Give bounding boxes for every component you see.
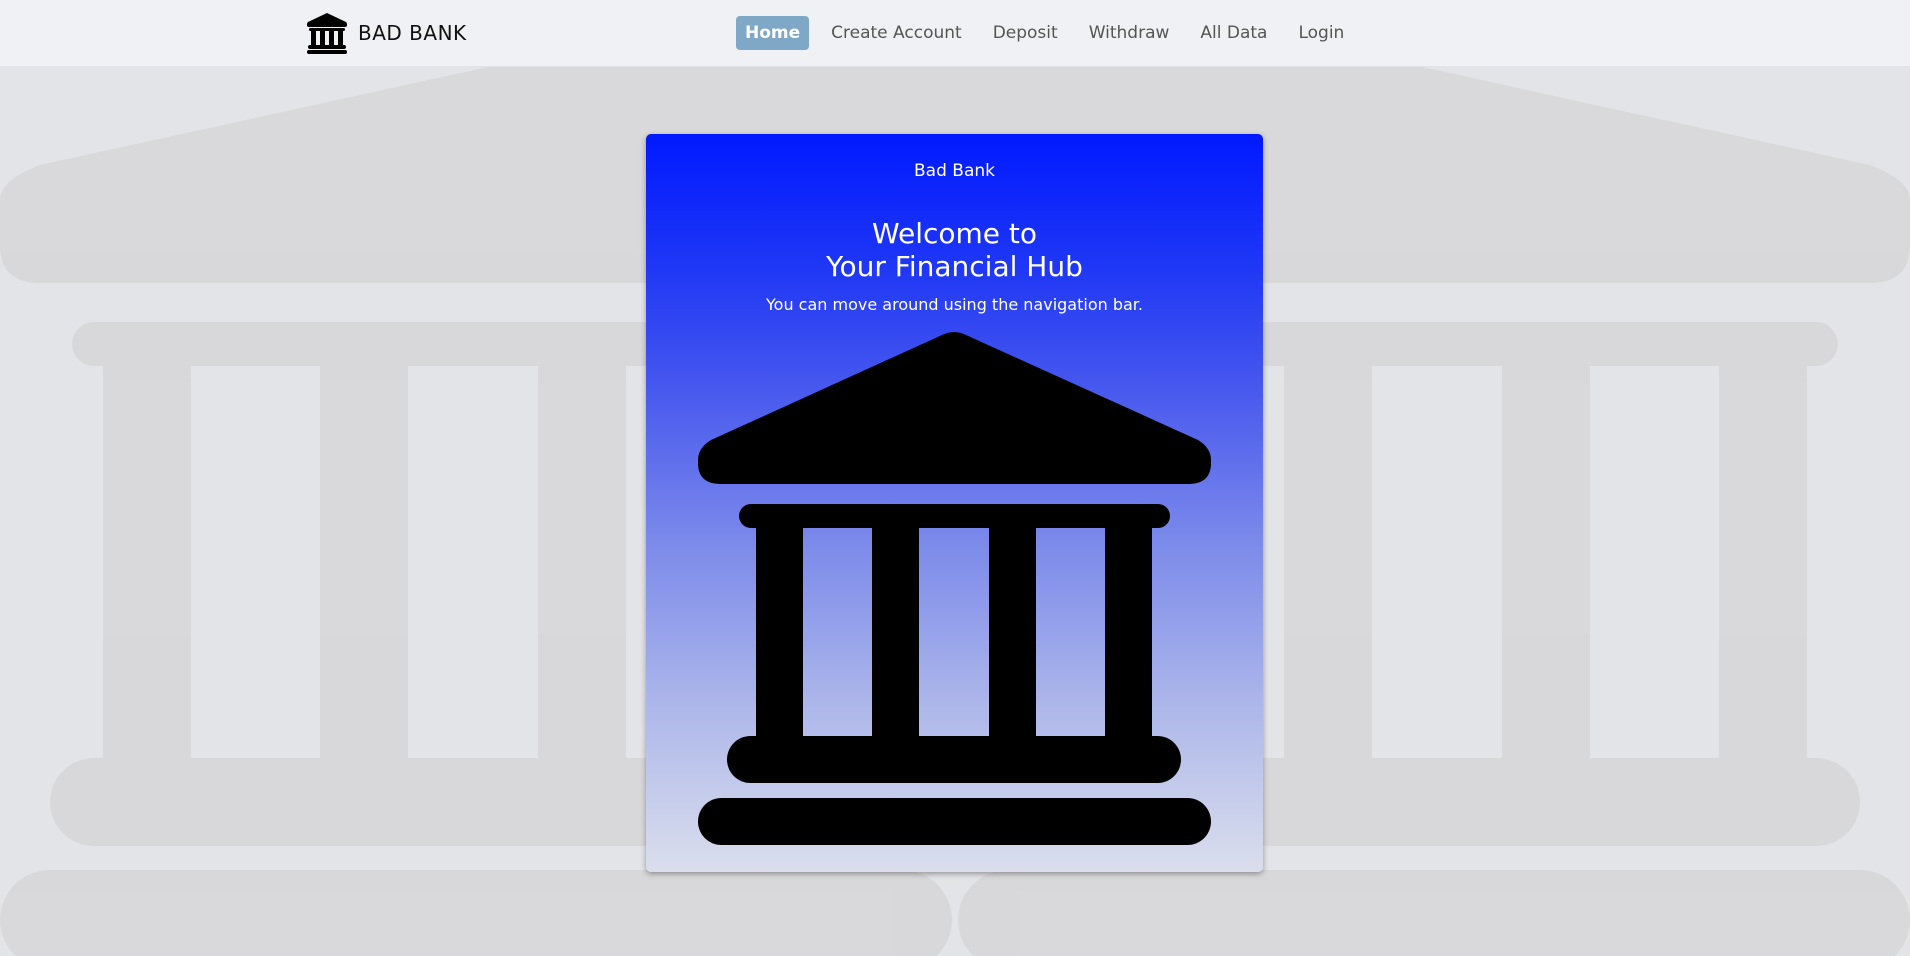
nav-deposit[interactable]: Deposit bbox=[984, 16, 1067, 50]
nav-all-data[interactable]: All Data bbox=[1191, 16, 1276, 50]
card-header: Bad Bank bbox=[914, 161, 995, 181]
nav-home[interactable]: Home bbox=[736, 16, 810, 50]
nav-withdraw[interactable]: Withdraw bbox=[1080, 16, 1179, 50]
brand-text: BAD BANK bbox=[358, 21, 467, 45]
nav-menu: Home Create Account Deposit Withdraw All… bbox=[736, 16, 1366, 50]
brand-link[interactable]: BAD BANK bbox=[306, 12, 467, 54]
nav-create-account[interactable]: Create Account bbox=[822, 16, 971, 50]
navbar: BAD BANK Home Create Account Deposit Wit… bbox=[0, 0, 1910, 67]
card-title: Welcome to Your Financial Hub bbox=[646, 217, 1263, 283]
card-text: You can move around using the navigation… bbox=[766, 295, 1143, 314]
card-title-line1: Welcome to bbox=[871, 217, 1038, 250]
nav-login[interactable]: Login bbox=[1289, 16, 1353, 50]
bank-icon bbox=[307, 13, 347, 54]
card-title-line2: Your Financial Hub bbox=[826, 250, 1083, 283]
welcome-card: Bad Bank Welcome to Your Financial Hub Y… bbox=[646, 134, 1263, 872]
bank-icon bbox=[698, 332, 1211, 845]
